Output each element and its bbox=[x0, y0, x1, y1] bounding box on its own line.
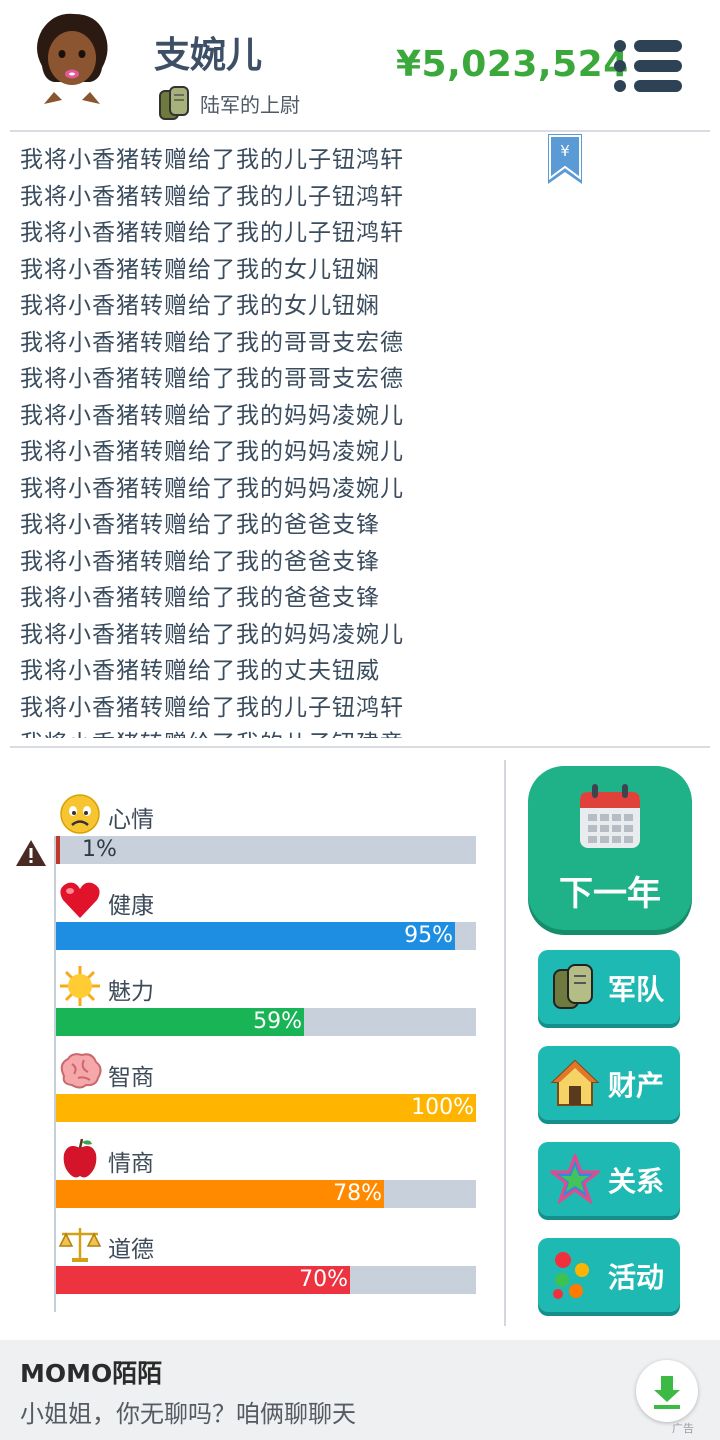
stat-bar-fill bbox=[56, 836, 60, 864]
stat-label: 健康 bbox=[108, 893, 154, 919]
sun-icon bbox=[60, 966, 100, 1006]
property-label: 财产 bbox=[608, 1069, 665, 1102]
log-line: 我将小香猪转赠给了我的儿子钮建章 bbox=[20, 724, 404, 738]
bookmark-icon[interactable]: ¥ bbox=[546, 134, 584, 186]
dog-tag-icon bbox=[159, 86, 189, 120]
log-line: 我将小香猪转赠给了我的丈夫钮威 bbox=[20, 658, 380, 684]
panel-divider bbox=[504, 760, 506, 1326]
next-year-label: 下一年 bbox=[559, 874, 661, 914]
log-line: 我将小香猪转赠给了我的女儿钮娴 bbox=[20, 256, 380, 283]
log-line: 我将小香猪转赠给了我的儿子钮鸿轩 bbox=[20, 694, 404, 721]
download-icon[interactable] bbox=[636, 1360, 698, 1422]
army-label: 军队 bbox=[608, 973, 665, 1006]
log-line: 我将小香猪转赠给了我的儿子钮鸿轩 bbox=[20, 147, 404, 173]
calendar-icon bbox=[580, 784, 640, 848]
warning-icon bbox=[16, 840, 46, 866]
log-line: 我将小香猪转赠给了我的妈妈凌婉儿 bbox=[20, 621, 404, 648]
stat-label: 魅力 bbox=[108, 979, 154, 1005]
stat-bar: 78% bbox=[56, 1180, 476, 1208]
log-line: 我将小香猪转赠给了我的妈妈凌婉儿 bbox=[20, 402, 404, 429]
apple-icon bbox=[63, 1138, 97, 1178]
stat-value: 100% bbox=[411, 1095, 474, 1120]
next-year-button[interactable]: 下一年 bbox=[528, 766, 692, 930]
stat-label: 心情 bbox=[108, 807, 154, 833]
event-log[interactable]: 我将小香猪转赠给了我的儿子钮鸿轩 我将小香猪转赠给了我的儿子钮鸿轩 我将小香猪转赠给… bbox=[0, 132, 720, 738]
stats-axis-line bbox=[54, 836, 56, 1312]
star-icon bbox=[550, 1154, 600, 1204]
hamburger-menu-icon[interactable] bbox=[612, 38, 684, 94]
ad-subtitle: 小姐姐，你无聊吗？咱俩聊聊天 bbox=[20, 1400, 356, 1428]
stat-value: 59% bbox=[253, 1009, 302, 1034]
log-divider bbox=[10, 746, 710, 748]
money-balance: ¥5,023,524 bbox=[396, 44, 629, 85]
profile-header: 支婉儿 陆军的上尉 ¥5,023,524 bbox=[0, 0, 720, 130]
ad-banner[interactable]: MOMO陌陌 小姐姐，你无聊吗？咱俩聊聊天 bbox=[0, 1340, 720, 1440]
log-line: 我将小香猪转赠给了我的儿子钮鸿轩 bbox=[20, 220, 404, 246]
activities-label: 活动 bbox=[608, 1261, 665, 1294]
heart-icon bbox=[60, 882, 100, 918]
log-line: 我将小香猪转赠给了我的哥哥支宏德 bbox=[20, 366, 404, 392]
log-line: 我将小香猪转赠给了我的儿子钮鸿轩 bbox=[20, 183, 404, 210]
stat-bar: 100% bbox=[56, 1094, 476, 1122]
brain-icon bbox=[60, 1053, 102, 1089]
stat-label: 情商 bbox=[108, 1151, 154, 1177]
house-icon bbox=[550, 1059, 600, 1106]
stat-bar: 70% bbox=[56, 1266, 476, 1294]
property-button[interactable]: 财产 bbox=[538, 1046, 680, 1120]
stat-label: 智商 bbox=[108, 1065, 154, 1091]
log-line: 我将小香猪转赠给了我的女儿钮娴 bbox=[20, 293, 380, 319]
scales-icon bbox=[58, 1228, 102, 1262]
relations-label: 关系 bbox=[608, 1165, 665, 1198]
ad-title: MOMO陌陌 bbox=[20, 1359, 163, 1388]
log-line: 我将小香猪转赠给了我的爸爸支锋 bbox=[20, 512, 380, 538]
character-name: 支婉儿 bbox=[154, 35, 263, 76]
stat-bar-fill bbox=[56, 922, 455, 950]
log-line: 我将小香猪转赠给了我的爸爸支锋 bbox=[20, 548, 380, 575]
log-line: 我将小香猪转赠给了我的妈妈凌婉儿 bbox=[20, 475, 404, 502]
stat-value: 78% bbox=[333, 1181, 382, 1206]
log-line: 我将小香猪转赠给了我的爸爸支锋 bbox=[20, 585, 380, 611]
activities-button[interactable]: 活动 bbox=[538, 1238, 680, 1312]
activity-dots-icon bbox=[553, 1252, 589, 1299]
relations-button[interactable]: 关系 bbox=[538, 1142, 680, 1216]
stat-value: 95% bbox=[404, 923, 453, 948]
stat-bar: 95% bbox=[56, 922, 476, 950]
stat-bar: 59% bbox=[56, 1008, 476, 1036]
ad-tag: 广告 bbox=[672, 1422, 694, 1435]
stat-label: 道德 bbox=[108, 1237, 154, 1263]
rank-label: 陆军的上尉 bbox=[200, 92, 300, 117]
bookmark-symbol: ¥ bbox=[560, 142, 570, 160]
log-line: 我将小香猪转赠给了我的妈妈凌婉儿 bbox=[20, 439, 404, 465]
rank: 陆军的上尉 bbox=[158, 84, 300, 122]
log-line: 我将小香猪转赠给了我的哥哥支宏德 bbox=[20, 329, 404, 356]
sad-face-icon bbox=[60, 794, 100, 834]
stat-bar: 1% bbox=[56, 836, 476, 864]
dog-tag-icon bbox=[553, 964, 593, 1009]
stat-value: 1% bbox=[82, 837, 117, 862]
stat-value: 70% bbox=[299, 1267, 348, 1292]
avatar[interactable] bbox=[24, 8, 120, 112]
army-button[interactable]: 军队 bbox=[538, 950, 680, 1024]
